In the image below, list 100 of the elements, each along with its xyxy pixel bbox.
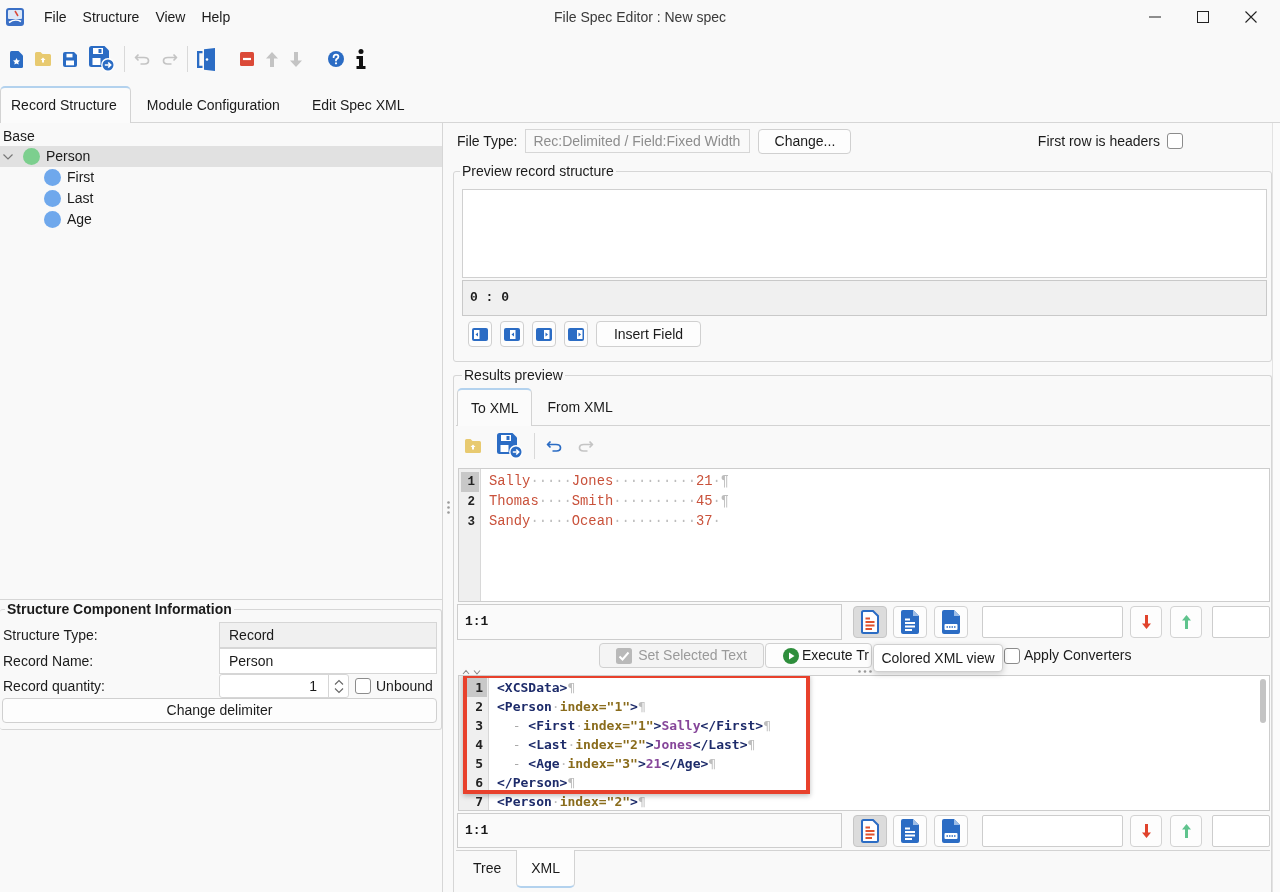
- field-label: File Type:: [457, 132, 518, 150]
- execute-button[interactable]: Execute Tr: [765, 643, 872, 668]
- save-icon[interactable]: [63, 51, 77, 67]
- colored-document-icon: [861, 610, 879, 634]
- chevron-down-icon[interactable]: [3, 153, 13, 160]
- headers-checkbox[interactable]: [1167, 133, 1183, 149]
- checkbox-label: Apply Converters: [1024, 647, 1132, 664]
- field-label: Structure Type:: [2, 626, 99, 644]
- check-icon: [616, 647, 633, 664]
- cursor-position: 0 : 0: [462, 280, 1267, 316]
- play-icon: [783, 647, 799, 664]
- view-button[interactable]: [893, 606, 927, 638]
- column-icon: [504, 327, 520, 341]
- tab[interactable]: Edit Spec XML: [295, 86, 421, 123]
- move-up-button[interactable]: [1170, 814, 1202, 847]
- view-button[interactable]: [934, 814, 968, 847]
- splitter-grip-icon[interactable]: [858, 670, 872, 673]
- tab[interactable]: Tree: [458, 850, 517, 888]
- change-delimiter-button[interactable]: Change delimiter: [2, 698, 437, 723]
- code-line: - <Last·index="2">Jones</Last>¶: [511, 736, 756, 754]
- section-title: Structure Component Information: [5, 601, 234, 617]
- code-line: <Person·index="2">¶: [497, 793, 646, 810]
- view-button[interactable]: [934, 606, 968, 638]
- line-number: 7: [474, 793, 484, 810]
- tab[interactable]: To XML: [457, 388, 533, 426]
- input-field[interactable]: [982, 814, 1123, 847]
- document-icon: [901, 610, 919, 634]
- section-title: Results preview: [462, 367, 565, 383]
- line-number: 2: [474, 698, 484, 716]
- field-label: Record quantity:: [2, 677, 106, 695]
- minus-icon[interactable]: [240, 52, 254, 66]
- document-icon: [901, 818, 919, 843]
- close-icon[interactable]: [1245, 11, 1257, 23]
- tree-item[interactable]: Person: [0, 146, 442, 167]
- view-button[interactable]: [893, 814, 927, 847]
- view-button[interactable]: [853, 814, 887, 847]
- code-line: Sally·····Jones··········21·¶: [489, 473, 730, 491]
- menu-item[interactable]: File: [36, 5, 75, 29]
- scrollbar-thumb[interactable]: [1260, 679, 1266, 723]
- down-arrow-icon: [1141, 823, 1151, 838]
- text-field[interactable]: Person: [219, 648, 437, 674]
- menu-item[interactable]: Structure: [74, 5, 148, 29]
- text-editor[interactable]: 1 2 3 4 5 6 7 <XCSData>¶ <Person·index="1">¶ - <First·index="1">Sally</First>¶ - <Last·index="2">Jones</Last>¶ - <Age·index="3">21</Age>¶ </Person>¶ <Person·index="2">¶: [458, 675, 1270, 811]
- code-line: Thomas····Smith··········45·¶: [489, 493, 730, 511]
- up-arrow-icon: [1181, 615, 1191, 629]
- code-line: - <Age·index="3">21</Age>¶: [511, 755, 717, 773]
- collapse-arrows-icon[interactable]: [462, 668, 482, 675]
- line-number: 1: [461, 472, 479, 492]
- column-button[interactable]: [468, 321, 492, 347]
- insert-field-button[interactable]: Insert Field: [596, 321, 701, 347]
- down-arrow-icon: [1141, 615, 1151, 629]
- column-icon: [568, 327, 584, 341]
- splitter-grip-icon[interactable]: [446, 501, 450, 514]
- checkbox-label: First row is headers: [1037, 132, 1160, 150]
- undo-icon[interactable]: [546, 440, 562, 452]
- apply-converters-checkbox[interactable]: [1004, 647, 1020, 664]
- door-icon[interactable]: [197, 47, 215, 71]
- maximize-icon[interactable]: [1197, 11, 1209, 23]
- tab[interactable]: Module Configuration: [130, 86, 296, 123]
- input-field[interactable]: [1212, 606, 1270, 638]
- column-button[interactable]: [532, 321, 556, 347]
- menu-item[interactable]: View: [147, 5, 194, 29]
- tree-item[interactable]: First: [0, 167, 442, 188]
- code-line: - <First·index="1">Sally</First>¶: [511, 717, 771, 735]
- view-button[interactable]: [853, 606, 887, 638]
- input-field[interactable]: [982, 606, 1123, 638]
- save-as-icon[interactable]: [497, 433, 523, 459]
- tree-item[interactable]: Age: [0, 209, 442, 230]
- help-icon[interactable]: [328, 51, 344, 67]
- info-icon[interactable]: [356, 49, 366, 69]
- tree-header: Base: [2, 126, 36, 146]
- tab[interactable]: Record Structure: [0, 86, 131, 123]
- tab[interactable]: From XML: [532, 388, 628, 426]
- move-up-button[interactable]: [1170, 606, 1202, 638]
- line-number: 3: [474, 717, 484, 735]
- move-down-button[interactable]: [1130, 606, 1162, 638]
- tagged-document-icon: [942, 818, 960, 843]
- checkbox-label: Unbound: [376, 677, 433, 695]
- unbound-checkbox[interactable]: [355, 678, 371, 694]
- new-file-icon[interactable]: [10, 50, 23, 68]
- menu-item[interactable]: Help: [193, 5, 239, 29]
- tree-item[interactable]: Last: [0, 188, 442, 209]
- code-line: <Person·index="1">¶: [497, 698, 646, 716]
- column-button[interactable]: [564, 321, 588, 347]
- line-number: 2: [466, 494, 476, 511]
- change-button[interactable]: Change...: [758, 128, 852, 154]
- line-number: 4: [474, 736, 484, 754]
- code-line: Sandy·····Ocean··········37·: [489, 513, 721, 531]
- tab[interactable]: XML: [516, 850, 576, 888]
- column-button[interactable]: [500, 321, 524, 347]
- spin-arrows-icon[interactable]: [334, 678, 344, 694]
- move-down-button[interactable]: [1130, 814, 1162, 847]
- quantity-spinner[interactable]: 1: [219, 674, 349, 698]
- line-number: 3: [466, 514, 476, 531]
- text-editor[interactable]: 1 2 3 Sally·····Jones··········21·¶ Thomas····Smith··········45·¶ Sandy·····Ocean··········37·: [458, 468, 1270, 602]
- tooltip: Colored XML view: [873, 644, 1003, 672]
- tagged-document-icon: [942, 610, 960, 634]
- save-as-icon[interactable]: [89, 46, 115, 72]
- field-label: Record Name:: [2, 652, 95, 670]
- input-field[interactable]: [1212, 814, 1270, 847]
